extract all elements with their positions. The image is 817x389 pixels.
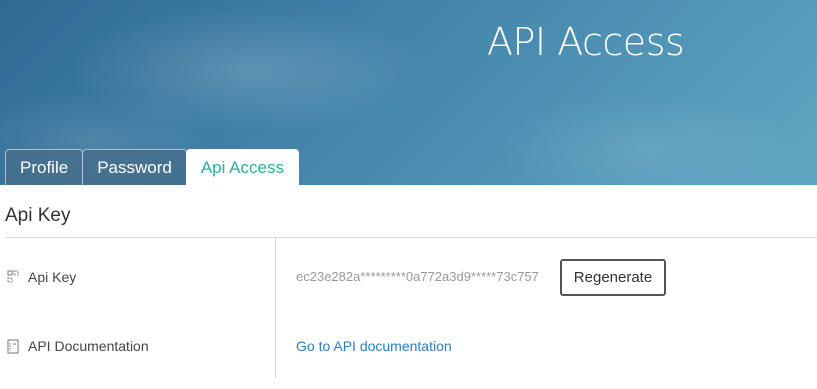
api-docs-row-label: API Documentation [6,338,149,354]
api-key-row-label: Api Key [6,269,76,285]
api-docs-label: API Documentation [28,338,149,354]
page-title: API Access [487,20,685,64]
key-icon [6,269,20,285]
document-icon [6,338,20,354]
column-divider [275,238,276,378]
tab-api-access[interactable]: Api Access [185,149,299,185]
tab-profile[interactable]: Profile [5,149,84,185]
page: API Access Profile Password Api Access A… [0,0,817,389]
tab-password[interactable]: Password [82,149,187,185]
api-key-label: Api Key [28,269,77,285]
header-banner: API Access Profile Password Api Access [0,0,817,185]
api-key-value: ec23e282a*********0a772a3d9*****73c757 [296,269,539,284]
api-documentation-link[interactable]: Go to API documentation [296,338,452,354]
tab-bar: Profile Password Api Access [5,149,299,185]
section-divider [5,237,817,238]
section-title: Api Key [5,205,71,226]
regenerate-button[interactable]: Regenerate [560,259,666,296]
